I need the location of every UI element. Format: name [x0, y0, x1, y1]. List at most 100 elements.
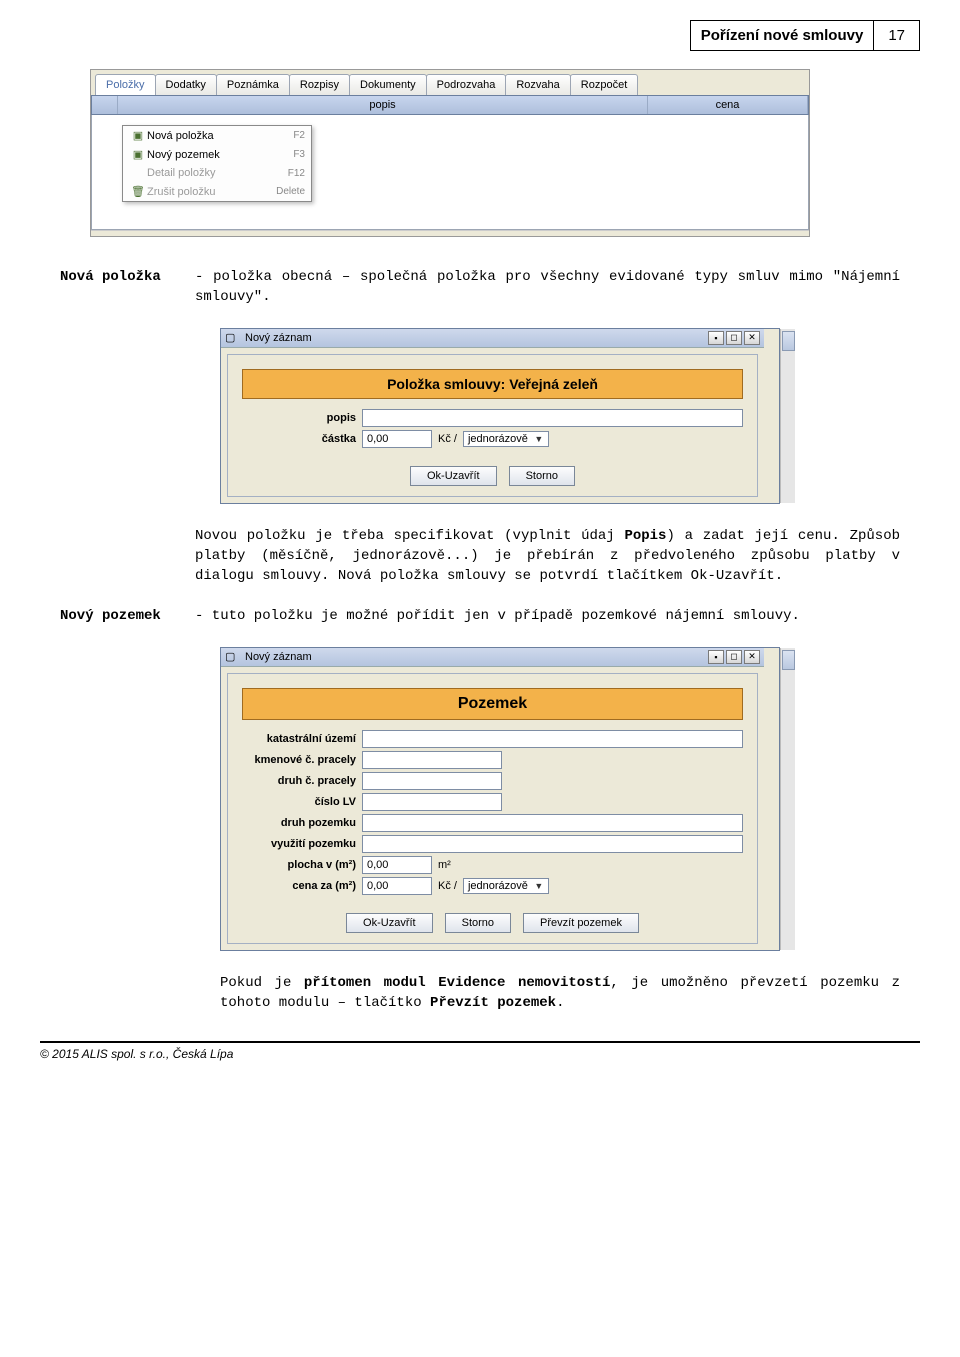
text-bold-popis: Popis [624, 528, 666, 544]
paragraph-popis-info: Novou položku je třeba specifikovat (vyp… [60, 526, 900, 587]
dialog-polozka-smlouvy: ▢ Nový záznam ▪ ◻ ✕ Položka smlouvy: Veř… [220, 328, 780, 504]
dialog-title: Nový záznam [245, 332, 706, 344]
input-plocha[interactable] [362, 856, 432, 874]
input-katastralni-uzemi[interactable] [362, 730, 743, 748]
tab-rozpisy[interactable]: Rozpisy [289, 74, 350, 95]
input-vyuziti[interactable] [362, 835, 743, 853]
text-bold: Převzít pozemek [430, 995, 556, 1011]
def-term: Nová položka [60, 267, 195, 308]
unit-kc: Kč / [438, 433, 457, 445]
footnote-evidence-nemovitosti: Pokud je přítomen modul Evidence nemovit… [220, 973, 900, 1014]
menu-shortcut: Delete [276, 186, 305, 197]
menu-label: Zrušit položku [147, 186, 270, 198]
chevron-down-icon: ▼ [532, 881, 546, 891]
def-body: - položka obecná – společná položka pro … [195, 267, 900, 308]
dialog-pozemek: ▢ Nový záznam ▪ ◻ ✕ Pozemek katastrální … [220, 647, 780, 951]
scrollbar[interactable] [780, 648, 795, 950]
tab-rozvaha[interactable]: Rozvaha [505, 74, 570, 95]
trash-icon: 🗑 [129, 185, 147, 198]
input-castka[interactable] [362, 430, 432, 448]
menu-zrusit-polozku: 🗑 Zrušit položku Delete [123, 182, 311, 201]
maximize-button[interactable]: ◻ [726, 331, 742, 345]
unit-m2: m² [438, 859, 451, 871]
scrollbar[interactable] [780, 329, 795, 503]
ok-uzavrit-button[interactable]: Ok-Uzavřít [346, 913, 433, 933]
input-druh-c[interactable] [362, 772, 502, 790]
def-body: - tuto položku je možné pořídit jen v př… [195, 606, 900, 626]
tab-bar: Položky Dodatky Poznámka Rozpisy Dokumen… [91, 70, 809, 95]
label-castka: částka [242, 433, 362, 445]
definition-nova-polozka: Nová položka - položka obecná – společná… [60, 267, 900, 308]
label-kmenove-c: kmenové č. pracely [242, 754, 362, 766]
label-plocha: plocha v (m²) [242, 859, 362, 871]
input-druh-pozemku[interactable] [362, 814, 743, 832]
dialog-body: Položka smlouvy: Veřejná zeleň popis čás… [227, 354, 758, 497]
storno-button[interactable]: Storno [509, 466, 575, 486]
items-panel-screenshot: Položky Dodatky Poznámka Rozpisy Dokumen… [90, 69, 810, 237]
def-term: Nový pozemek [60, 606, 195, 626]
definition-novy-pozemek: Nový pozemek - tuto položku je možné poř… [60, 606, 900, 626]
combo-value: jednorázově [468, 433, 528, 445]
new-parcel-icon: ▣ [129, 148, 147, 161]
label-cislo-lv: číslo LV [242, 796, 362, 808]
maximize-button[interactable]: ◻ [726, 650, 742, 664]
combo-value: jednorázově [468, 880, 528, 892]
tab-dodatky[interactable]: Dodatky [155, 74, 217, 95]
tab-rozpocet[interactable]: Rozpočet [570, 74, 638, 95]
label-vyuziti: využití pozemku [242, 838, 362, 850]
record-icon: ▢ [225, 331, 241, 344]
menu-novy-pozemek[interactable]: ▣ Nový pozemek F3 [123, 145, 311, 164]
grid-body: ▣ Nová položka F2 ▣ Nový pozemek F3 Deta… [91, 115, 809, 230]
menu-shortcut: F3 [293, 149, 305, 160]
context-menu: ▣ Nová položka F2 ▣ Nový pozemek F3 Deta… [122, 125, 312, 202]
chevron-down-icon: ▼ [532, 434, 546, 444]
dialog-title: Nový záznam [245, 651, 706, 663]
dialog-body: Pozemek katastrální území kmenové č. pra… [227, 673, 758, 944]
tab-dokumenty[interactable]: Dokumenty [349, 74, 427, 95]
text: Novou položku je třeba specifikovat (vyp… [195, 528, 624, 544]
record-icon: ▢ [225, 650, 241, 663]
text-bold: přítomen modul Evidence nemovitostí [304, 975, 611, 991]
tab-polozky[interactable]: Položky [95, 74, 156, 95]
menu-label: Detail položky [147, 167, 282, 179]
menu-shortcut: F12 [288, 168, 305, 179]
combo-frequency[interactable]: jednorázově ▼ [463, 878, 549, 894]
tab-podrozvaha[interactable]: Podrozvaha [426, 74, 507, 95]
label-katastralni-uzemi: katastrální území [242, 733, 362, 745]
minimize-button[interactable]: ▪ [708, 331, 724, 345]
label-druh-pozemku: druh pozemku [242, 817, 362, 829]
input-kmenove-c[interactable] [362, 751, 502, 769]
tab-poznamka[interactable]: Poznámka [216, 74, 290, 95]
page-header: Pořízení nové smlouvy 17 [40, 20, 920, 51]
storno-button[interactable]: Storno [445, 913, 511, 933]
text: . [556, 995, 564, 1011]
dialog-titlebar: ▢ Nový záznam ▪ ◻ ✕ [221, 648, 764, 667]
unit-kc: Kč / [438, 880, 457, 892]
input-popis[interactable] [362, 409, 743, 427]
close-button[interactable]: ✕ [744, 331, 760, 345]
label-cena-za: cena za (m²) [242, 880, 362, 892]
dialog-banner: Pozemek [242, 688, 743, 720]
label-druh-c: druh č. pracely [242, 775, 362, 787]
minimize-button[interactable]: ▪ [708, 650, 724, 664]
prevzit-pozemek-button[interactable]: Převzít pozemek [523, 913, 639, 933]
menu-detail-polozky: Detail položky F12 [123, 164, 311, 182]
new-item-icon: ▣ [129, 129, 147, 142]
dialog-banner: Položka smlouvy: Veřejná zeleň [242, 369, 743, 399]
menu-label: Nová položka [147, 130, 287, 142]
input-cislo-lv[interactable] [362, 793, 502, 811]
close-button[interactable]: ✕ [744, 650, 760, 664]
combo-frequency[interactable]: jednorázově ▼ [463, 431, 549, 447]
col-popis: popis [118, 96, 648, 114]
menu-label: Nový pozemek [147, 149, 287, 161]
page-number: 17 [873, 20, 920, 51]
text: Pokud je [220, 975, 304, 991]
menu-shortcut: F2 [293, 130, 305, 141]
ok-uzavrit-button[interactable]: Ok-Uzavřít [410, 466, 497, 486]
page-header-title: Pořízení nové smlouvy [690, 20, 874, 51]
col-cena: cena [648, 96, 808, 114]
copyright: © 2015 ALIS spol. s r.o., Česká Lípa [40, 1041, 920, 1061]
label-popis: popis [242, 412, 362, 424]
menu-nova-polozka[interactable]: ▣ Nová položka F2 [123, 126, 311, 145]
input-cena-za[interactable] [362, 877, 432, 895]
